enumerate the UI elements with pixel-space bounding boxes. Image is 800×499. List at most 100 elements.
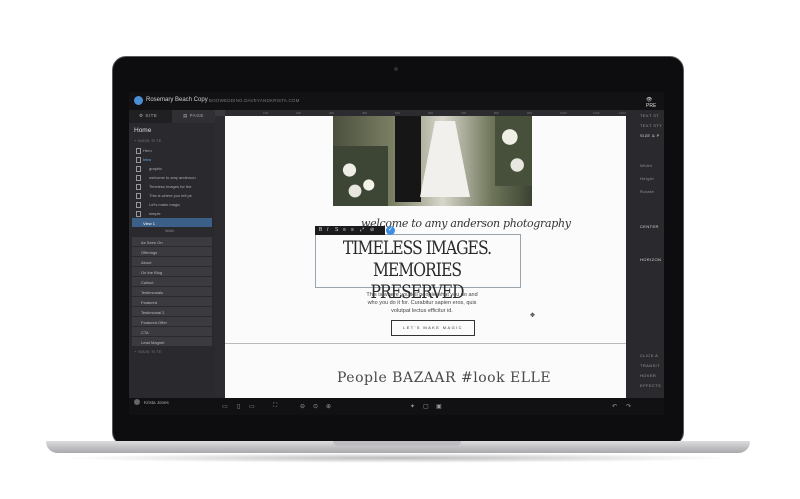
block-row[interactable]: On the Blog [132, 267, 212, 276]
block-label: About [141, 259, 152, 265]
site-url[interactable]: BOOWEDDING.DAVEYANDKRISTA.COM [209, 98, 300, 103]
layer-row[interactable]: This is where you tell pe [131, 191, 213, 199]
selected-view-row[interactable]: View 1 [132, 218, 212, 227]
ruler-tick: 200 [296, 111, 302, 115]
page-canvas[interactable]: welcome to amy anderson photography B I … [225, 116, 626, 398]
block-label: CTA [141, 329, 149, 335]
tab-site[interactable]: ⚙ SITE [139, 113, 157, 119]
block-label: Lead Magnet [141, 339, 165, 345]
section-divider [225, 343, 626, 344]
block-row[interactable]: Featured Offer [132, 317, 212, 326]
groom-figure [395, 116, 421, 202]
phone-icon[interactable]: ▯ [237, 403, 240, 410]
tab-page[interactable]: ▤ PAGE [172, 110, 215, 123]
layer-row[interactable]: graphic [131, 164, 213, 172]
magic-icon[interactable]: ✦ [410, 403, 415, 410]
block-icon [136, 148, 141, 154]
block-row[interactable]: Callout [132, 277, 212, 286]
user-name[interactable]: Krista Jones [144, 400, 169, 405]
ruler-tick: 800 [494, 111, 500, 115]
preview-button[interactable]: 👁 PRE [646, 97, 664, 109]
ruler-tick: 100 [263, 111, 269, 115]
right-panel: TEXT ST TEXT STY SIZE & P Width Height R… [626, 110, 664, 398]
layer-row[interactable]: welcome to amy anderson [131, 173, 213, 181]
confirm-check-icon[interactable]: ✓ [386, 226, 395, 235]
panel-label[interactable]: Height [640, 176, 654, 181]
desktop-icon[interactable]: ▭ [222, 403, 228, 410]
zoom-out-icon[interactable]: ⊖ [300, 403, 305, 410]
camera-dot [394, 67, 398, 71]
block-row[interactable]: About [132, 257, 212, 266]
layer-label: Hero [143, 148, 152, 153]
panel-label: TEXT ST [640, 113, 660, 118]
block-label: Offerings [141, 249, 158, 255]
block-row[interactable]: Lead Magnet [132, 337, 212, 346]
avatar[interactable] [134, 399, 140, 405]
redo-icon[interactable]: ↷ [626, 403, 631, 410]
zoom-reset-icon[interactable]: ⊙ [313, 403, 318, 410]
ruler-tick: 1100 [593, 111, 600, 115]
tab-site-label: SITE [145, 113, 158, 118]
panel-label[interactable]: Rotate [640, 189, 654, 194]
width-label: Width [165, 229, 174, 233]
layer-row[interactable]: Timeless Images for the [131, 182, 213, 190]
block-row[interactable]: Featured [132, 297, 212, 306]
block-row[interactable]: Testimonial 2 [132, 307, 212, 316]
strike-button[interactable]: S [335, 227, 338, 233]
selected-view-label: View 1 [143, 220, 155, 226]
block-row[interactable]: As Seen On [132, 237, 212, 246]
layer-label: graphic [149, 166, 163, 171]
panel-label[interactable]: TEXT STY [640, 123, 662, 128]
layer-label: Intro [143, 157, 152, 162]
monitor-icon [136, 211, 141, 217]
layer-label: Let's make magic [149, 202, 180, 207]
screen: Rosemary Beach Copy BOOWEDDING.DAVEYANDK… [129, 92, 664, 415]
frame-icon[interactable]: ▢ [423, 403, 429, 410]
panel-label[interactable]: CLICK A [640, 353, 658, 358]
align-button[interactable]: ≡ [343, 227, 346, 233]
headline-line-1: TIMELESS IMAGES. [342, 237, 492, 259]
monitor-icon [136, 184, 141, 190]
page-icon: ▤ [183, 113, 188, 118]
layer-label: simple [149, 211, 161, 216]
panel-label[interactable]: TRANSIT [640, 363, 660, 368]
ruler-tick: 400 [362, 111, 368, 115]
layer-row[interactable]: Hero [131, 146, 213, 154]
layer-row[interactable]: simple [131, 209, 213, 217]
zoom-in-icon[interactable]: ⊕ [326, 403, 331, 410]
left-panel: ⚙ SITE ▤ PAGE Home + MAIN SITE Hero Intr… [129, 110, 215, 398]
layer-row[interactable]: Intro [131, 155, 213, 163]
bold-button[interactable]: B [319, 227, 322, 233]
panel-label: HORIZON [640, 257, 662, 262]
panel-label[interactable]: EFFECTS [640, 383, 661, 388]
layer-label: This is where you tell pe [149, 193, 192, 198]
layer-row[interactable]: Let's make magic [131, 200, 213, 208]
image-icon[interactable]: ▣ [436, 403, 442, 410]
app-logo-icon[interactable] [134, 96, 143, 105]
vertical-ruler [215, 116, 225, 398]
page-name[interactable]: Home [134, 127, 151, 134]
block-label: On the Blog [141, 269, 163, 275]
body-text[interactable]: This is where you tell people what you d… [365, 291, 479, 315]
ruler-tick: 500 [395, 111, 401, 115]
undo-icon[interactable]: ↶ [612, 403, 617, 410]
ruler-tick: 600 [428, 111, 434, 115]
panel-label: SIZE & P [640, 133, 660, 138]
panel-label[interactable]: HOVER [640, 373, 656, 378]
mouse-cursor-icon: ✥ [530, 313, 536, 319]
link-button[interactable]: ⤢ [360, 227, 364, 233]
panel-label[interactable]: Width [640, 163, 652, 168]
list-button[interactable]: ≡ [351, 227, 354, 233]
italic-button[interactable]: I [327, 227, 328, 233]
block-row[interactable]: Testimonials [132, 287, 212, 296]
clear-button[interactable]: ⊘ [370, 227, 374, 233]
expand-icon[interactable]: ⛶ [273, 403, 277, 410]
tablet-icon[interactable]: ▭ [249, 403, 255, 410]
block-row[interactable]: CTA [132, 327, 212, 336]
site-title[interactable]: Rosemary Beach Copy [146, 97, 208, 103]
laptop-notch [333, 441, 461, 446]
block-row[interactable]: Offerings [132, 247, 212, 256]
monitor-icon [136, 175, 141, 181]
cta-button[interactable]: LET'S MAKE MAGIC [391, 320, 475, 336]
ruler-tick: 700 [461, 111, 467, 115]
